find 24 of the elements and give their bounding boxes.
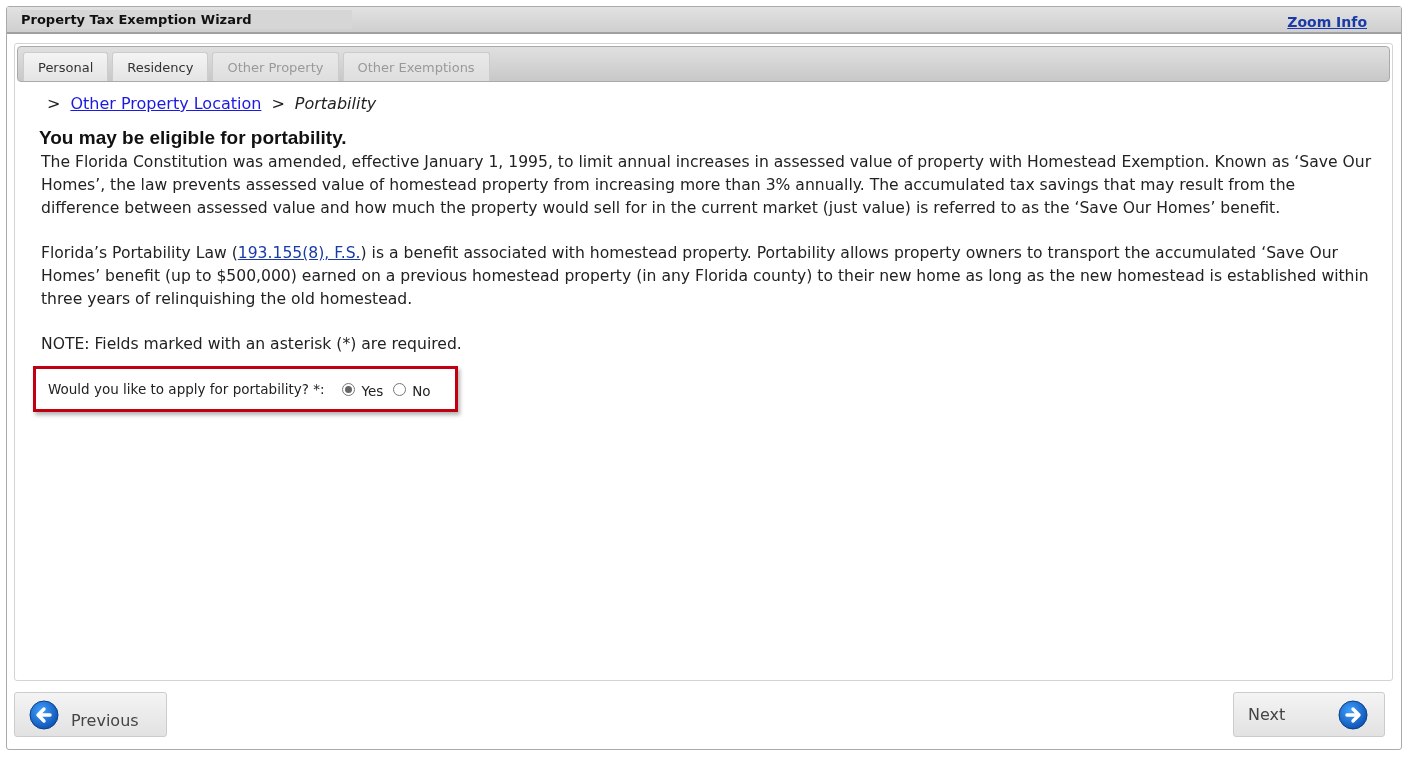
question-label: Would you like to apply for portability? *:	[48, 381, 325, 397]
next-button[interactable]: Next	[1233, 692, 1385, 737]
zoom-info-link[interactable]: Zoom Info	[1287, 13, 1367, 30]
window-title: Property Tax Exemption Wizard	[21, 10, 352, 29]
previous-button[interactable]: Previous	[14, 692, 167, 737]
paragraph: NOTE: Fields marked with an asterisk (*) are required.	[41, 334, 463, 355]
tab[interactable]: Personal	[23, 52, 109, 81]
arrow-right-icon	[1338, 699, 1368, 730]
tab: Other Exemptions	[342, 52, 490, 81]
breadcrumb-separator: >	[47, 94, 61, 113]
radio-button[interactable]	[393, 382, 407, 396]
breadcrumb-separator: >	[271, 94, 285, 113]
radio-label[interactable]: No	[412, 383, 431, 399]
tab[interactable]: Residency	[112, 52, 209, 81]
radio-label[interactable]: Yes	[361, 383, 384, 399]
radio-button[interactable]	[342, 382, 356, 396]
breadcrumb-link[interactable]: Other Property Location	[70, 94, 262, 113]
arrow-left-icon	[29, 699, 59, 730]
paragraph: Florida’s Portability Law (193.155(8), F.S.) is a benefit associated with homestead property. Portability allows property owners to transport the accumulated ‘Save Our Homes’ benefit (up to $500,000) earned on a previous homestead property (in any Florida county) to their new home as long as the new homestead is established within three years of relinquishing the old homestead.	[41, 243, 1370, 310]
section-heading: You may be eligible for portability.	[39, 127, 348, 149]
tab: Other Property	[212, 52, 339, 81]
statute-link[interactable]: 193.155(8), F.S.	[237, 244, 361, 262]
paragraph: The Florida Constitution was amended, effective January 1, 1995, to limit annual increases in assessed value of property with Homestead Exemption. Known as ‘Save Our Homes’, the law prevents assessed value of homestead property from increasing more than 3% annually. The accumulated tax savings that may result from the difference between assessed value and how much the property would sell for in the current market (just value) is referred to as the ‘Save Our Homes’ benefit.	[41, 152, 1372, 219]
breadcrumb-current: Portability	[294, 94, 377, 113]
